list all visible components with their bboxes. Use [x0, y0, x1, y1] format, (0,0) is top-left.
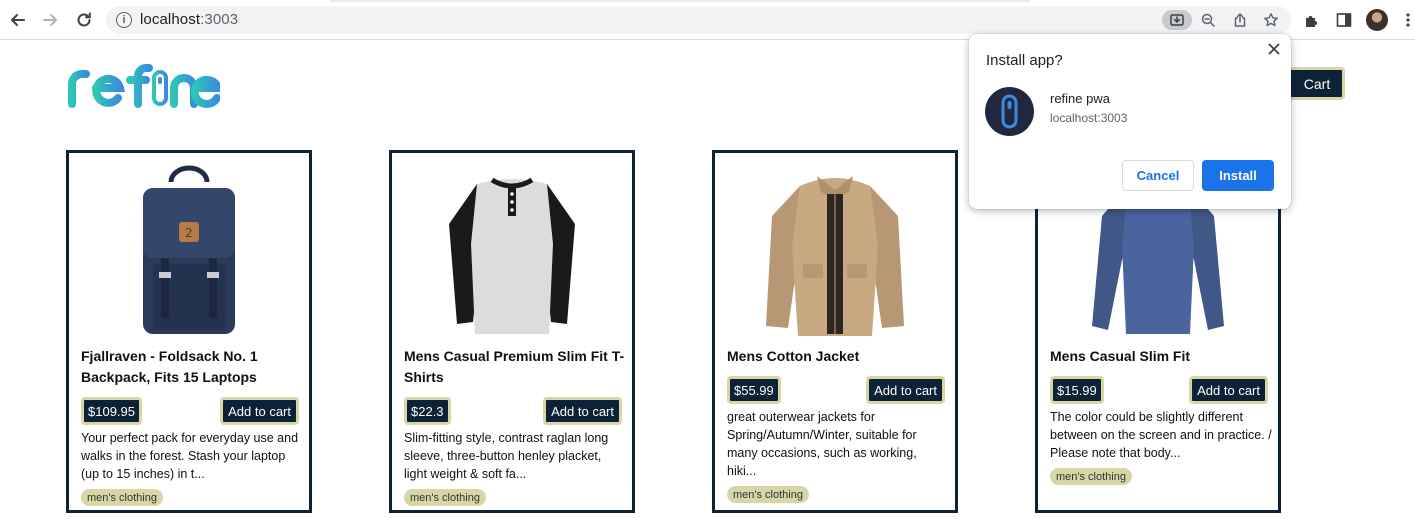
category-tag: men's clothing — [81, 489, 163, 506]
category-tag: men's clothing — [727, 486, 809, 503]
add-to-cart-button[interactable]: Add to cart — [220, 397, 299, 425]
kebab-menu-icon[interactable] — [1396, 8, 1415, 32]
price-badge: $109.95 — [81, 397, 142, 425]
add-to-cart-button[interactable]: Add to cart — [866, 376, 945, 404]
app-name: refine pwa — [1050, 91, 1110, 106]
add-to-cart-button[interactable]: Add to cart — [543, 397, 622, 425]
product-image-jacket[interactable] — [715, 161, 955, 341]
refine-app-icon — [985, 87, 1034, 136]
product-image-tshirt[interactable] — [392, 161, 632, 341]
product-image-backpack[interactable]: 2 — [69, 161, 309, 341]
address-bar[interactable]: i localhost:3003 — [106, 6, 1291, 34]
product-card: Mens Casual Premium Slim Fit T-Shirts $2… — [389, 150, 635, 513]
price-badge: $15.99 — [1050, 376, 1104, 404]
extensions-icon[interactable] — [1300, 8, 1324, 32]
add-to-cart-button[interactable]: Add to cart — [1189, 376, 1268, 404]
category-tag: men's clothing — [1050, 468, 1132, 485]
tab-strip-edge — [330, 0, 1030, 2]
product-description: Your perfect pack for everyday use and w… — [81, 431, 299, 481]
install-app-icon[interactable] — [1162, 10, 1192, 30]
price-badge: $55.99 — [727, 376, 781, 404]
url-text[interactable]: localhost:3003 — [140, 11, 238, 28]
dialog-title: Install app? — [986, 52, 1063, 69]
product-title: Mens Casual Premium Slim Fit T-Shirts — [404, 348, 625, 385]
info-icon[interactable]: i — [116, 12, 132, 28]
product-title: Mens Casual Slim Fit — [1050, 348, 1191, 364]
product-title: Mens Cotton Jacket — [727, 348, 860, 364]
zoom-icon[interactable] — [1197, 10, 1219, 30]
close-icon[interactable] — [1265, 40, 1283, 58]
cart-button[interactable]: Cart — [1283, 67, 1345, 100]
app-host: localhost:3003 — [1050, 111, 1128, 125]
product-description: great outerwear jackets for Spring/Autum… — [727, 410, 917, 478]
price-badge: $22.3 — [404, 397, 451, 425]
reload-icon[interactable] — [72, 8, 96, 32]
category-tag: men's clothing — [404, 489, 486, 506]
product-description: Slim-fitting style, contrast raglan long… — [404, 431, 609, 481]
profile-avatar[interactable] — [1366, 9, 1388, 31]
product-card: Mens Cotton Jacket $55.99 Add to cart gr… — [712, 150, 958, 513]
bookmark-star-icon[interactable] — [1260, 10, 1282, 30]
product-description: The color could be slightly different be… — [1050, 410, 1272, 460]
svg-text:2: 2 — [185, 226, 193, 240]
back-icon[interactable] — [6, 8, 30, 32]
product-card: 2 Fjallraven - Foldsack No. 1 Backpack, … — [66, 150, 312, 513]
url-host: localhost — [140, 11, 201, 28]
url-port: :3003 — [200, 11, 239, 28]
forward-icon[interactable] — [38, 8, 62, 32]
product-title: Fjallraven - Foldsack No. 1 Backpack, Fi… — [81, 348, 258, 385]
cancel-button[interactable]: Cancel — [1122, 160, 1194, 191]
install-button[interactable]: Install — [1202, 160, 1274, 191]
install-app-dialog: Install app? refine pwa localhost:3003 C… — [969, 34, 1291, 209]
share-icon[interactable] — [1229, 10, 1251, 30]
side-panel-icon[interactable] — [1332, 8, 1356, 32]
refine-logo[interactable] — [68, 62, 224, 108]
